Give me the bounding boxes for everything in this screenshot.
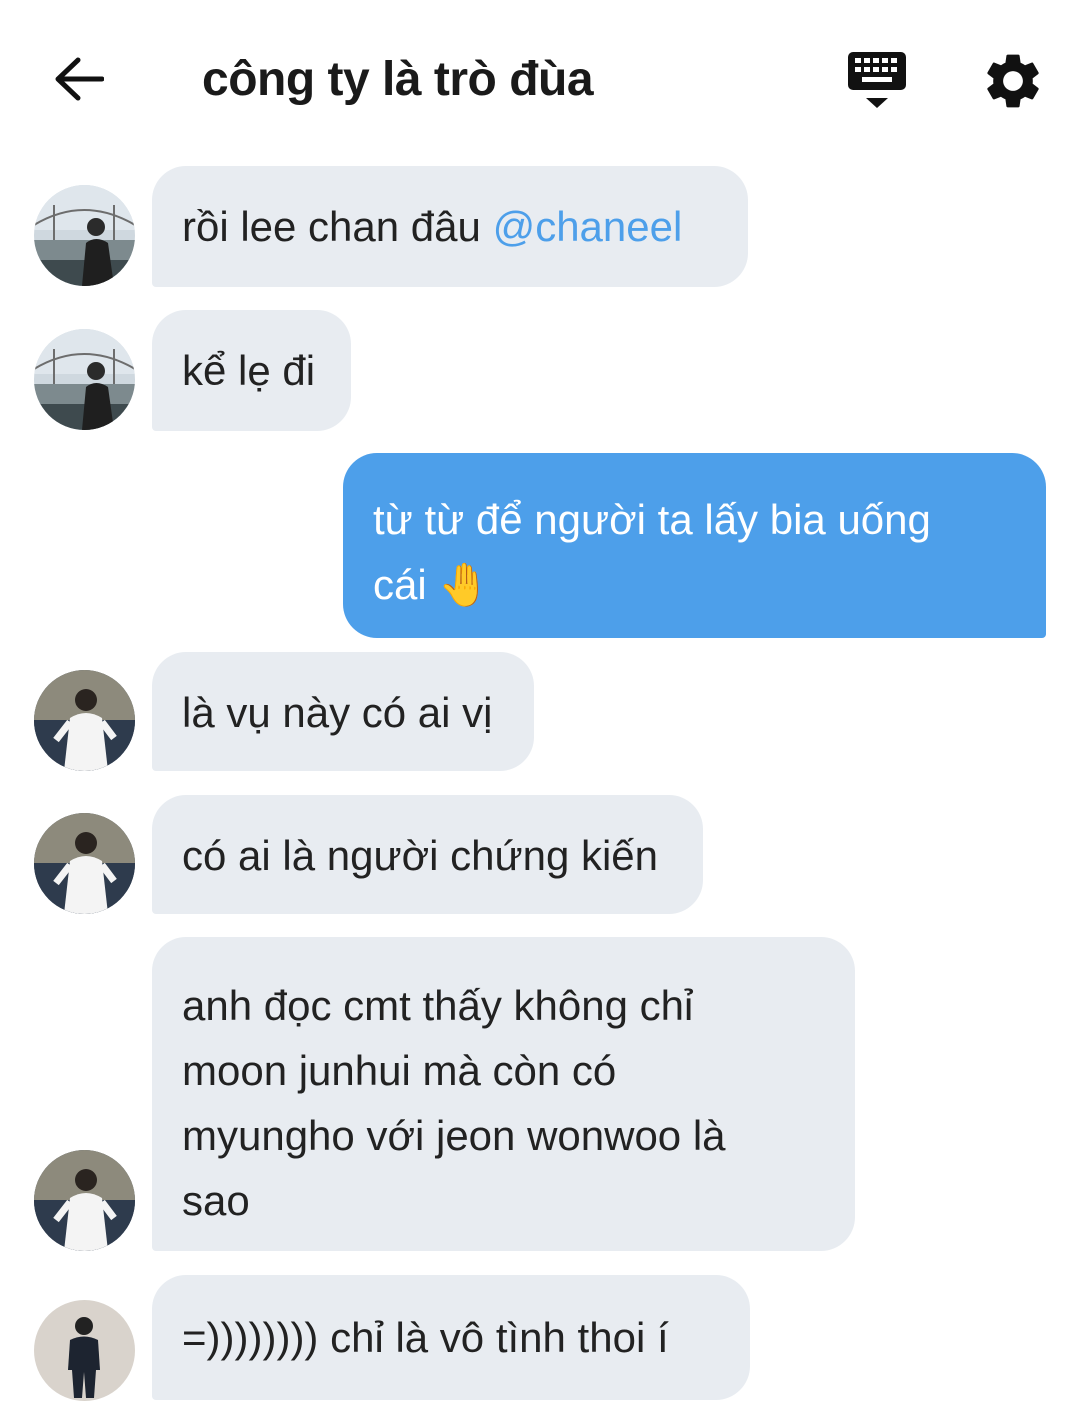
avatar[interactable] [34,813,135,914]
chat-header: công ty là trò đùa [0,0,1080,165]
avatar[interactable] [34,329,135,430]
avatar-photo [34,670,135,771]
message-text: từ từ để người ta lấy bia uống cái 🤚 [373,496,931,608]
gear-icon [987,54,1039,108]
avatar-photo [34,813,135,914]
back-arrow-icon [55,57,104,101]
message-text: là vụ này có ai vị [182,689,493,736]
message-bubble-outgoing[interactable]: từ từ để người ta lấy bia uống cái 🤚 [343,453,1046,638]
message-bubble[interactable]: là vụ này có ai vị [152,652,534,771]
message-text: rồi lee chan đâu [182,203,493,250]
message-text: có ai là người chứng kiến [182,832,659,879]
message-text: =)))))))) chỉ là vô tình thoi í [182,1314,669,1361]
back-button[interactable] [46,46,112,112]
avatar-photo [34,329,135,430]
user-mention[interactable]: @chaneel [493,203,683,250]
message-text: anh đọc cmt thấy không chỉ moon junhui m… [182,982,726,1224]
avatar[interactable] [34,670,135,771]
message-text: kể lẹ đi [182,347,316,394]
avatar[interactable] [34,185,135,286]
avatar-photo [34,1300,135,1401]
avatar[interactable] [34,1300,135,1401]
avatar-photo [34,185,135,286]
message-bubble[interactable]: rồi lee chan đâu @chaneel [152,166,748,287]
avatar[interactable] [34,1150,135,1251]
settings-button[interactable] [980,48,1046,114]
message-bubble[interactable]: có ai là người chứng kiến [152,795,703,914]
keyboard-icon [848,52,906,108]
chat-title: công ty là trò đùa [202,53,594,106]
message-bubble[interactable]: kể lẹ đi [152,310,351,431]
avatar-photo [34,1150,135,1251]
message-bubble[interactable]: =)))))))) chỉ là vô tình thoi í [152,1275,750,1400]
message-bubble[interactable]: anh đọc cmt thấy không chỉ moon junhui m… [152,937,855,1251]
keyboard-button[interactable] [842,48,912,114]
